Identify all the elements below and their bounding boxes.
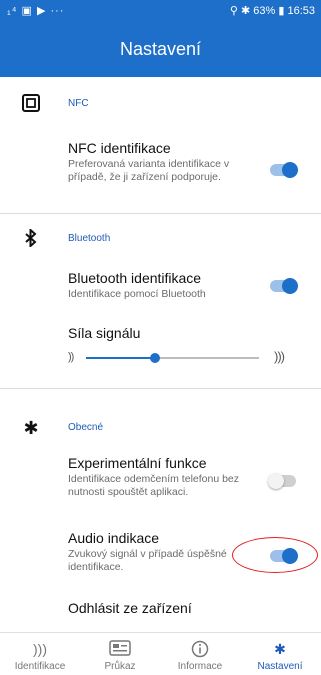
nfc-icon [21,94,41,114]
status-bar: ₁⁴ ▣ ▶ ··· ⚲ ✱ 63% ▮ 16:53 [0,0,321,22]
bluetooth-identification-toggle[interactable] [270,278,298,294]
divider [0,213,321,214]
experimental-subtitle: Identifikace odemčením telefonu bez nutn… [68,473,240,498]
nfc-identification-subtitle: Preferovaná varianta identifikace v příp… [68,158,230,183]
slider-thumb[interactable] [150,353,161,363]
page-title: Nastavení [119,39,202,59]
audio-indication-subtitle: Zvukový signál v případě úspěšné identif… [68,548,227,573]
signal-high-icon: ))) [274,349,285,364]
section-general-header: ✱ Obecné [0,414,321,444]
slider-fill [86,357,156,359]
section-nfc-header: NFC [0,90,321,120]
experimental-title: Experimentální funkce [68,455,207,471]
toggle-knob [268,473,284,489]
gear-icon: ✱ [23,418,39,438]
signal-strength-row: Síla signálu [68,325,298,342]
bottom-navigation: ))) Identifikace Průkaz Informace ✱ Nast… [0,632,321,675]
tab-label: Informace [177,661,223,672]
tab-information[interactable]: Informace [160,633,240,672]
logout-title: Odhlásit ze zařízení [68,600,192,616]
tab-identification[interactable]: ))) Identifikace [0,633,80,672]
tab-settings[interactable]: ✱ Nastavení [240,633,320,672]
bluetooth-icon [21,227,41,249]
bluetooth-identification-title: Bluetooth identifikace [68,270,202,286]
status-right: ⚲ ✱ 63% ▮ 16:53 [230,4,315,17]
bluetooth-identification-subtitle: Identifikace pomocí Bluetooth [68,288,206,300]
tab-label: Průkaz [104,661,136,672]
signal-icon: ))) [33,641,47,657]
nfc-identification-row[interactable]: NFC identifikace Preferovaná varianta id… [68,140,298,184]
toggle-knob [282,162,298,178]
divider [0,388,321,389]
experimental-row[interactable]: Experimentální funkce Identifikace odemč… [68,455,298,499]
app-bar: Nastavení [0,22,321,77]
bluetooth-identification-row[interactable]: Bluetooth identifikace Identifikace pomo… [68,270,298,301]
section-bluetooth-header: Bluetooth [0,225,321,255]
section-title-nfc: NFC [68,98,89,109]
section-title-general: Obecné [68,422,104,433]
status-text: 63% ▮ 16:53 [253,5,315,17]
tab-card[interactable]: Průkaz [80,633,160,672]
nfc-identification-title: NFC identifikace [68,140,171,156]
logout-row[interactable]: Odhlásit ze zařízení [68,600,298,617]
tab-label: Identifikace [14,661,66,672]
card-icon [80,640,160,658]
gear-icon: ✱ [274,641,286,657]
location-icon: ⚲ [229,5,238,17]
nfc-identification-toggle[interactable] [270,162,298,178]
highlight-annotation [232,537,318,573]
info-icon [160,640,240,658]
toggle-knob [282,278,298,294]
status-left-icons: ₁⁴ ▣ ▶ ··· [7,5,65,17]
signal-strength-slider[interactable] [86,353,259,363]
section-title-bluetooth: Bluetooth [68,233,111,244]
signal-strength-title: Síla signálu [68,325,141,341]
bluetooth-status-icon: ✱ [241,5,251,17]
signal-low-icon: )) [68,351,74,363]
experimental-toggle[interactable] [268,473,296,489]
tab-label: Nastavení [257,661,303,672]
